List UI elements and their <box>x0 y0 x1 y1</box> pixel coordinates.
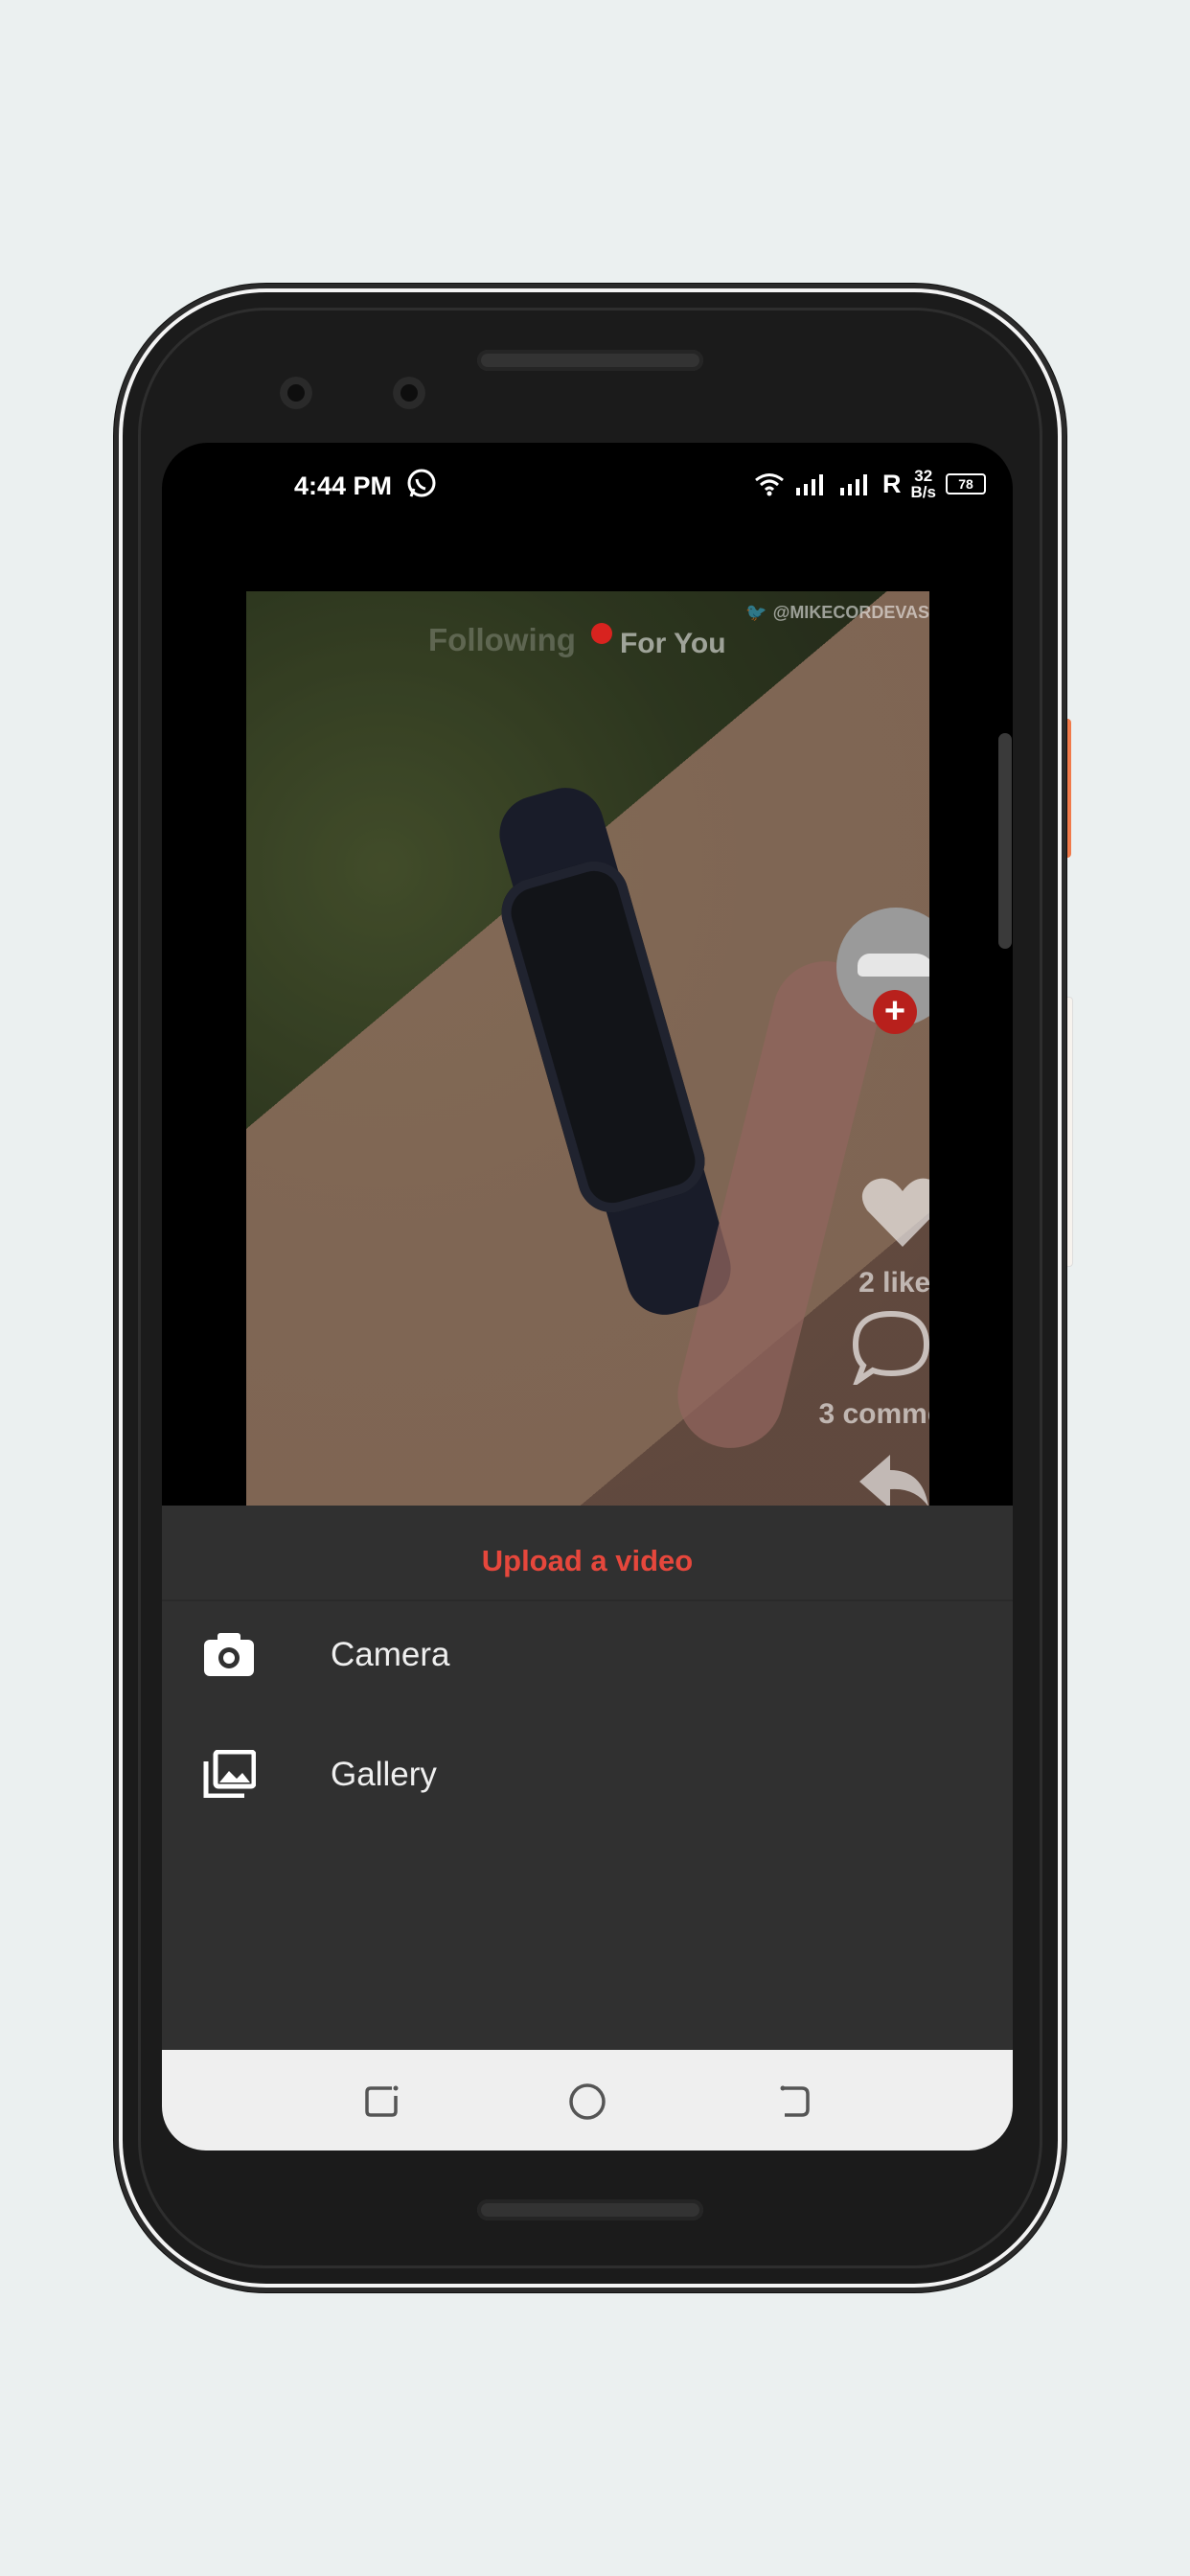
wifi-icon <box>755 473 784 496</box>
signal-icon <box>796 474 824 495</box>
follow-plus-icon[interactable]: + <box>873 990 917 1034</box>
watermark: 🐦 @MIKECORDEVAS <box>745 603 929 623</box>
roaming-indicator: R <box>882 469 902 498</box>
network-speed-value: 32 <box>914 467 933 485</box>
status-icons: R 32 B/s 78 <box>754 468 986 500</box>
sheet-title: Upload a video <box>481 1544 694 1577</box>
network-speed-unit: B/s <box>910 483 936 501</box>
video-player[interactable]: Following For You 🐦 @MIKECORDEVAS + 2 li… <box>246 591 929 1511</box>
phone-frame: 4:44 PM R 32 B/s 78 Following For You 🐦 … <box>123 292 1058 2284</box>
tab-following[interactable]: Following <box>428 622 576 658</box>
camera-icon <box>204 1633 254 1676</box>
gallery-icon <box>203 1750 256 1798</box>
battery-level: 78 <box>958 476 973 492</box>
tab-for-you[interactable]: For You <box>620 628 726 660</box>
share-icon[interactable] <box>856 1449 929 1511</box>
back-icon[interactable] <box>771 2079 817 2125</box>
comments-count: 3 comments <box>818 1398 929 1430</box>
bottom-speaker <box>477 2199 703 2220</box>
side-rail <box>998 733 1012 949</box>
feed-tabs: Following For You <box>428 620 726 660</box>
shoe-image <box>858 954 929 977</box>
system-nav-bar <box>162 2050 1013 2150</box>
home-icon[interactable] <box>564 2079 610 2125</box>
live-dot-icon <box>590 623 612 644</box>
camera-option-label: Camera <box>331 1636 450 1673</box>
front-camera-icon <box>280 377 312 409</box>
status-time: 4:44 PM <box>294 472 393 500</box>
top-speaker <box>477 350 703 371</box>
network-speed: 32 B/s <box>911 468 936 500</box>
camera-option[interactable]: Camera <box>162 1601 1013 1707</box>
power-button <box>1060 997 1073 1267</box>
creator-avatar[interactable]: + <box>836 908 929 1034</box>
screen: 4:44 PM R 32 B/s 78 Following For You 🐦 … <box>162 443 1013 2150</box>
upload-bottom-sheet: Upload a video Camera Gallery <box>162 1506 1013 2050</box>
signal-icon-2 <box>840 474 868 495</box>
heart-icon[interactable] <box>861 1176 929 1249</box>
status-bar: 4:44 PM R 32 B/s 78 <box>162 443 1013 519</box>
battery-icon: 78 <box>946 473 986 494</box>
whatsapp-icon <box>407 469 436 497</box>
twitter-icon: 🐦 <box>745 603 767 622</box>
likes-count: 2 likes <box>858 1267 929 1299</box>
sensor-icon <box>393 377 425 409</box>
gallery-option-label: Gallery <box>331 1756 437 1793</box>
comment-icon[interactable] <box>850 1308 929 1385</box>
volume-button <box>1060 719 1071 858</box>
recents-icon[interactable] <box>359 2079 405 2125</box>
gallery-option[interactable]: Gallery <box>162 1721 1013 1827</box>
watermark-handle: @MIKECORDEVAS <box>772 603 929 622</box>
video-dim-overlay <box>246 591 929 1511</box>
